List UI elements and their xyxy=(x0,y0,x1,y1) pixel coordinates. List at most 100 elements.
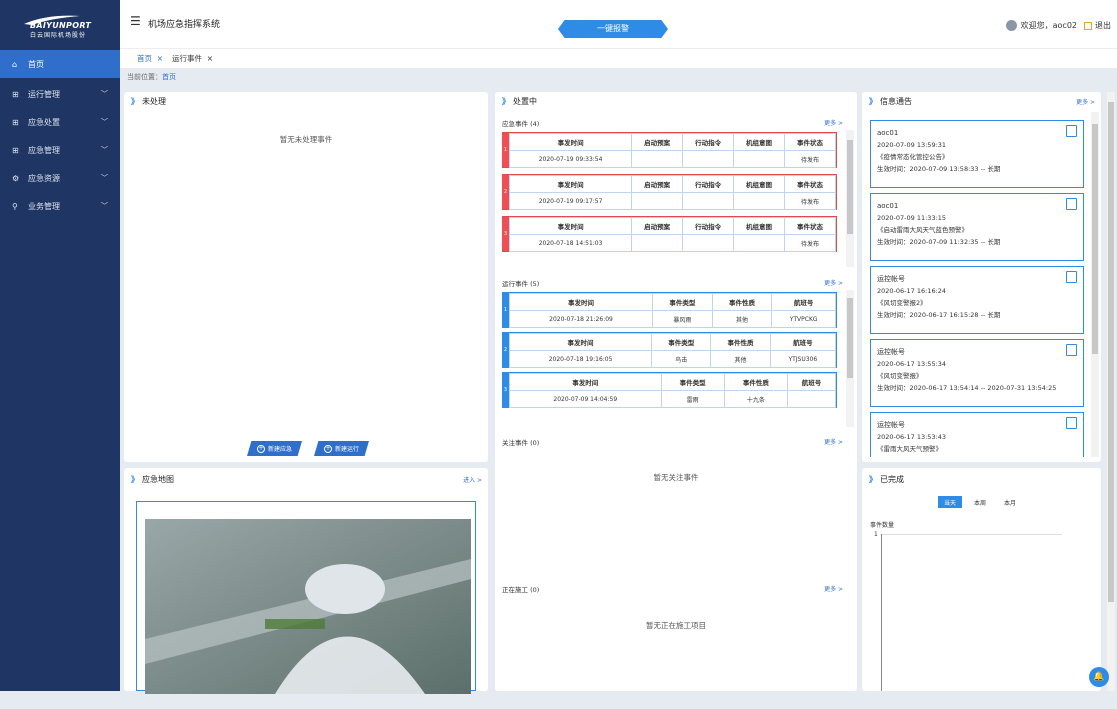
document-search-icon[interactable] xyxy=(1066,125,1077,137)
logout-button[interactable]: 退出 xyxy=(1084,20,1111,31)
notice-list: aoc012020-07-09 13:59:31《疫情常态化管控公告》生效时间：… xyxy=(862,92,1092,457)
airport-map-image xyxy=(145,519,479,709)
tab-bar: 首页 × 运行事件 × xyxy=(120,48,1117,68)
notice-card[interactable]: aoc012020-07-09 11:33:15《启动雷雨大风天气蓝色预警》生效… xyxy=(870,193,1084,261)
row-index: 3 xyxy=(502,373,509,407)
scrollbar[interactable] xyxy=(1091,112,1099,457)
chevron-down-icon: ﹀ xyxy=(101,89,108,99)
close-icon[interactable]: × xyxy=(157,54,163,63)
emergency-event-card[interactable]: 2 事发时间启动预案行动指令机组意图事件状态2020-07-19 09:17:5… xyxy=(502,174,837,210)
notification-bell-icon[interactable]: 🔔 xyxy=(1089,667,1109,687)
unprocessed-panel: 》未处理 暂无未处理事件 +新建应急 +新建运行 xyxy=(124,92,488,462)
avatar xyxy=(1006,20,1017,31)
scrollbar[interactable] xyxy=(846,290,854,427)
home-icon: ⌂ xyxy=(12,60,17,69)
period-month[interactable]: 本月 xyxy=(998,496,1022,508)
y-axis-label: 事件数量 xyxy=(870,520,894,529)
section-arrows-icon: 》 xyxy=(131,474,138,485)
new-operation-button[interactable]: +新建运行 xyxy=(314,441,369,456)
row-index: 3 xyxy=(502,217,509,251)
sidebar-item-business[interactable]: ⚲业务管理﹀ xyxy=(0,192,120,220)
chevron-down-icon: ﹀ xyxy=(101,117,108,127)
row-index: 1 xyxy=(502,133,509,167)
operation-event-card[interactable]: 2 事发时间事件类型事件性质航班号2020-07-18 19:16:05鸟击其他… xyxy=(502,332,837,368)
chevron-down-icon: ﹀ xyxy=(101,145,108,155)
sidebar-item-home[interactable]: ⌂首页 xyxy=(0,50,120,78)
sidebar: BAIYUNPORT 白云国际机场股份 ⌂首页 ⊞运行管理﹀ ⊞应急处置﹀ ⊞应… xyxy=(0,0,120,691)
y-tick: 1 xyxy=(874,531,878,538)
scrollbar[interactable] xyxy=(846,130,854,267)
more-link[interactable]: 更多 > xyxy=(824,437,843,446)
empty-message: 暂无未处理事件 xyxy=(124,134,488,145)
document-search-icon[interactable] xyxy=(1066,271,1077,283)
period-week[interactable]: 本周 xyxy=(968,496,992,508)
menu-toggle-icon[interactable]: ☰ xyxy=(130,14,141,28)
document-search-icon[interactable] xyxy=(1066,417,1077,429)
operation-event-card[interactable]: 1 事发时间事件类型事件性质航班号2020-07-18 21:26:09暴风雨其… xyxy=(502,292,837,328)
document-search-icon[interactable] xyxy=(1066,344,1077,356)
construction-title: 正在施工 (0) xyxy=(502,584,539,594)
empty-message: 暂无正在施工项目 xyxy=(495,620,857,631)
info-panel: 》信息通告更多 > aoc012020-07-09 13:59:31《疫情常态化… xyxy=(862,92,1101,462)
more-link[interactable]: 更多 > xyxy=(824,584,843,593)
section-arrows-icon: 》 xyxy=(869,474,876,485)
empty-message: 暂无关注事件 xyxy=(495,472,857,483)
tab-home[interactable]: 首页 × xyxy=(137,53,163,64)
notice-card[interactable]: 运控帐号2020-06-17 13:53:43《雷雨大风天气预警》 xyxy=(870,412,1084,457)
sidebar-item-operation[interactable]: ⊞运行管理﹀ xyxy=(0,80,120,108)
chevron-down-icon: ﹀ xyxy=(101,201,108,211)
gear-icon: ⚙ xyxy=(12,174,19,183)
panel-title: 应急地图 xyxy=(142,474,174,485)
map-panel: 》应急地图 进入 > xyxy=(124,468,488,691)
notice-card[interactable]: aoc012020-07-09 13:59:31《疫情常态化管控公告》生效时间：… xyxy=(870,120,1084,188)
followed-events-title: 关注事件 (0) xyxy=(502,437,539,447)
panel-title: 未处理 xyxy=(142,96,166,107)
y-axis xyxy=(881,534,882,691)
notice-card[interactable]: 运控帐号2020-06-17 13:55:34《风切变警报》生效时间：2020-… xyxy=(870,339,1084,407)
period-today[interactable]: 当天 xyxy=(938,496,962,508)
row-index: 2 xyxy=(502,175,509,209)
emergency-event-card[interactable]: 3 事发时间启动预案行动指令机组意图事件状态2020-07-18 14:51:0… xyxy=(502,216,837,252)
emergency-event-card[interactable]: 1 事发时间启动预案行动指令机组意图事件状态2020-07-19 09:33:5… xyxy=(502,132,837,168)
completed-panel: 》已完成 当天 本周 本月 事件数量 1 xyxy=(862,468,1101,691)
header: ☰ 机场应急指挥系统 一键报警 欢迎您，aoc02 退出 xyxy=(120,0,1117,48)
more-link[interactable]: 更多 > xyxy=(824,118,843,127)
logout-icon xyxy=(1084,22,1092,30)
close-icon[interactable]: × xyxy=(207,54,213,63)
plus-icon: + xyxy=(257,445,265,453)
operation-event-card[interactable]: 3 事发时间事件类型事件性质航班号2020-07-09 14:04:59雷雨十九… xyxy=(502,372,837,408)
grid-icon: ⊞ xyxy=(12,146,19,155)
breadcrumb: 当前位置：首页 xyxy=(127,72,176,82)
gridline xyxy=(882,534,1062,535)
sidebar-item-resources[interactable]: ⚙应急资源﹀ xyxy=(0,164,120,192)
user-info[interactable]: 欢迎您，aoc02 xyxy=(1006,20,1077,31)
page-scrollbar[interactable] xyxy=(1107,92,1115,691)
enter-link[interactable]: 进入 > xyxy=(463,475,482,484)
operation-events-title: 运行事件 (5) xyxy=(502,278,539,288)
plus-icon: + xyxy=(324,445,332,453)
grid-icon: ⊞ xyxy=(12,118,19,127)
section-arrows-icon: 》 xyxy=(502,96,509,107)
chevron-down-icon: ﹀ xyxy=(101,173,108,183)
system-title: 机场应急指挥系统 xyxy=(148,17,220,30)
row-index: 2 xyxy=(502,333,509,367)
processing-panel: 》处置中 应急事件 (4) 更多 > 1 事发时间启动预案行动指令机组意图事件状… xyxy=(495,92,857,691)
panel-title: 已完成 xyxy=(880,474,904,485)
row-index: 1 xyxy=(502,293,509,327)
grid-icon: ⊞ xyxy=(12,90,19,99)
new-emergency-button[interactable]: +新建应急 xyxy=(247,441,302,456)
more-link[interactable]: 更多 > xyxy=(824,278,843,287)
document-search-icon[interactable] xyxy=(1066,198,1077,210)
map-frame[interactable] xyxy=(136,501,476,691)
panel-title: 处置中 xyxy=(513,96,537,107)
logo-subtext: 白云国际机场股份 xyxy=(30,30,120,39)
sidebar-item-emergency-handle[interactable]: ⊞应急处置﹀ xyxy=(0,108,120,136)
one-key-alarm-button[interactable]: 一键报警 xyxy=(558,20,668,38)
search-icon: ⚲ xyxy=(12,202,18,211)
plane-logo-icon xyxy=(22,14,82,26)
section-arrows-icon: 》 xyxy=(131,96,138,107)
emergency-events-title: 应急事件 (4) xyxy=(502,118,539,128)
tab-operation-events[interactable]: 运行事件 × xyxy=(172,53,213,64)
sidebar-item-emergency-manage[interactable]: ⊞应急管理﹀ xyxy=(0,136,120,164)
notice-card[interactable]: 运控帐号2020-06-17 16:16:24《风切变警报2》生效时间：2020… xyxy=(870,266,1084,334)
